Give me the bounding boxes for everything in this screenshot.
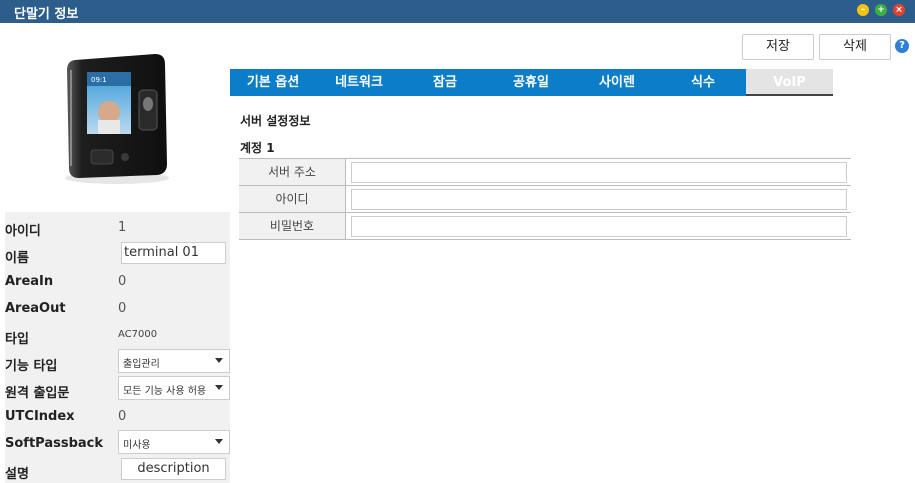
svg-text:09:1: 09:1 xyxy=(91,76,107,84)
area-in-label: AreaIn xyxy=(5,274,54,289)
tab-holiday[interactable]: 공휴일 xyxy=(488,69,574,96)
form-row-server-address: 서버 주소 xyxy=(239,159,851,186)
tab-network[interactable]: 네트워크 xyxy=(316,69,402,96)
chevron-down-icon xyxy=(215,385,223,390)
form-row-password: 비밀번호 xyxy=(239,213,851,240)
device-info-panel: 09:1 아이디 1 이름 terminal 01 AreaIn 0 AreaO… xyxy=(5,32,230,483)
remote-door-select[interactable]: 모든 기능 사용 허용 xyxy=(118,376,230,400)
delete-button[interactable]: 삭제 xyxy=(819,34,891,60)
voip-settings-form: 서버 주소 아이디 비밀번호 xyxy=(239,158,851,240)
chevron-down-icon xyxy=(215,439,223,444)
utc-index-label: UTCIndex xyxy=(5,409,75,424)
area-in-value: 0 xyxy=(118,274,127,289)
tab-basic-options[interactable]: 기본 옵션 xyxy=(230,69,316,96)
window-title: 단말기 정보 xyxy=(14,7,79,22)
soft-passback-label: SoftPassback xyxy=(5,436,104,451)
soft-passback-value: 미사용 xyxy=(123,440,151,451)
server-address-input[interactable] xyxy=(351,162,847,183)
help-icon[interactable]: ? xyxy=(895,39,909,53)
title-bar: 단말기 정보 – + × xyxy=(0,0,915,23)
tab-voip[interactable]: VoIP xyxy=(746,69,833,96)
tab-lock[interactable]: 잠금 xyxy=(402,69,488,96)
id-value: 1 xyxy=(118,220,127,235)
save-button[interactable]: 저장 xyxy=(742,34,814,60)
function-type-label: 기능 타입 xyxy=(5,359,58,374)
id-label: 아이디 xyxy=(5,224,41,239)
section-title: 서버 설정정보 xyxy=(240,114,311,128)
account-id-label: 아이디 xyxy=(239,186,346,212)
soft-passback-select[interactable]: 미사용 xyxy=(118,430,230,454)
minimize-icon[interactable]: – xyxy=(857,4,869,16)
account-id-input[interactable] xyxy=(351,189,847,210)
form-row-id: 아이디 xyxy=(239,186,851,213)
account-title: 계정 1 xyxy=(240,141,275,155)
maximize-icon[interactable]: + xyxy=(875,4,887,16)
remote-door-value: 모든 기능 사용 허용 xyxy=(123,386,207,397)
tab-bar: 기본 옵션 네트워크 잠금 공휴일 사이렌 식수 VoIP xyxy=(230,69,833,96)
terminal-device-icon: 09:1 xyxy=(65,54,169,184)
device-image: 09:1 xyxy=(5,32,230,212)
name-label: 이름 xyxy=(5,251,29,266)
function-type-select[interactable]: 출입관리 xyxy=(118,349,230,373)
description-label: 설명 xyxy=(5,467,29,482)
type-value: AC7000 xyxy=(118,329,158,340)
tab-siren[interactable]: 사이렌 xyxy=(574,69,660,96)
tab-meal[interactable]: 식수 xyxy=(660,69,746,96)
area-out-value: 0 xyxy=(118,301,127,316)
password-label: 비밀번호 xyxy=(239,213,346,239)
server-address-label: 서버 주소 xyxy=(239,159,346,185)
chevron-down-icon xyxy=(215,358,223,363)
remote-door-label: 원격 출입문 xyxy=(5,386,70,401)
close-icon[interactable]: × xyxy=(893,4,905,16)
password-input[interactable] xyxy=(351,216,847,237)
description-input[interactable]: description xyxy=(121,458,226,480)
type-label: 타입 xyxy=(5,332,29,347)
utc-index-value: 0 xyxy=(118,409,127,424)
name-input[interactable]: terminal 01 xyxy=(121,242,226,264)
function-type-value: 출입관리 xyxy=(123,359,160,370)
area-out-label: AreaOut xyxy=(5,301,66,316)
